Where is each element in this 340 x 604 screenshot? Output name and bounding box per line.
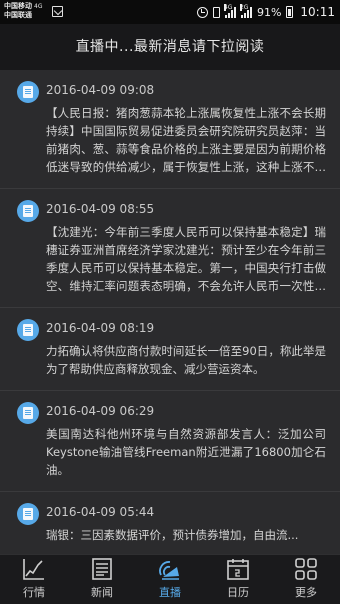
list-item[interactable]: 2016-04-09 08:19 力拓确认将供应商付款时间延长一倍至90日，称此… (0, 308, 340, 391)
battery-percent: 91% (256, 5, 282, 19)
live-feed[interactable]: 2016-04-09 09:08 【人民日报：猪肉葱蒜本轮上涨属恢复性上涨不会长… (0, 70, 340, 554)
item-text: 【人民日报：猪肉葱蒜本轮上涨属恢复性上涨不会长期持续】中国国际贸易促进委员会研究… (46, 106, 326, 174)
tab-label: 新闻 (91, 586, 113, 599)
news-clip-icon (17, 503, 39, 525)
tab-label: 直播 (159, 586, 181, 599)
carrier-info: 中国移动 4G 中国联通 (4, 2, 42, 20)
list-item[interactable]: 2016-04-09 05:44 瑞银：三因素数据评价，预计债券增加，自由流..… (0, 492, 340, 554)
clock-time: 10:11 (300, 5, 335, 19)
signal-4g-label: 4G (223, 3, 233, 11)
news-clip-icon (17, 200, 39, 222)
list-item[interactable]: 2016-04-09 09:08 【人民日报：猪肉葱蒜本轮上涨属恢复性上涨不会长… (0, 70, 340, 189)
news-clip-icon (17, 81, 39, 103)
tab-calendar[interactable]: 日历 (204, 555, 272, 604)
item-time: 2016-04-09 06:29 (46, 404, 155, 418)
alarm-icon (196, 6, 208, 18)
screenshot-icon (52, 6, 63, 17)
status-bar: 中国移动 4G 中国联通 4G 2G 91% 10:11 (0, 0, 340, 24)
signal-4g-icon: 4G (223, 3, 236, 18)
status-icons: 4G 2G 91% 10:11 (196, 0, 335, 24)
tab-label: 更多 (295, 586, 317, 599)
list-item[interactable]: 2016-04-09 06:29 美国南达科他州环境与自然资源部发言人：泛加公司… (0, 391, 340, 492)
bottom-nav: 行情 新闻 直播 日历 更多 (0, 554, 340, 604)
item-text: 力拓确认将供应商付款时间延长一倍至90日，称此举是为了帮助供应商释放现金、减少营… (46, 344, 326, 376)
carrier-2: 中国联通 (4, 11, 32, 19)
item-text: 美国南达科他州环境与自然资源部发言人：泛加公司Keystone输油管线Freem… (46, 427, 326, 477)
grid-icon (295, 558, 317, 580)
item-time: 2016-04-09 09:08 (46, 83, 155, 97)
list-item[interactable]: 2016-04-09 08:55 【沈建光：今年前三季度人民币可以保持基本稳定】… (0, 189, 340, 308)
battery-icon (286, 6, 294, 18)
tab-news[interactable]: 新闻 (68, 555, 136, 604)
calendar-icon (227, 559, 249, 580)
vibrate-icon (212, 6, 220, 18)
item-text: 瑞银：三因素数据评价，预计债券增加，自由流... (46, 528, 299, 542)
tab-live[interactable]: 直播 (136, 555, 204, 604)
item-time: 2016-04-09 05:44 (46, 505, 155, 519)
tab-market[interactable]: 行情 (0, 555, 68, 604)
signal-2g-icon: 2G (239, 3, 252, 18)
news-clip-icon (17, 319, 39, 341)
news-clip-icon (17, 402, 39, 424)
tab-label: 行情 (23, 586, 45, 599)
broadcast-icon (159, 561, 179, 580)
item-time: 2016-04-09 08:19 (46, 321, 155, 335)
chart-icon (23, 559, 44, 580)
carrier-1: 中国移动 (4, 2, 32, 10)
signal-2g-label: 2G (239, 3, 249, 11)
tab-more[interactable]: 更多 (272, 555, 340, 604)
carrier-1-network: 4G (34, 3, 43, 10)
newspaper-icon (92, 558, 112, 580)
page-title: 直播中...最新消息请下拉阅读 (0, 24, 340, 70)
tab-label: 日历 (227, 586, 249, 599)
item-text: 【沈建光：今年前三季度人民币可以保持基本稳定】瑞穗证券亚洲首席经济学家沈建光：预… (46, 225, 326, 293)
item-time: 2016-04-09 08:55 (46, 202, 155, 216)
